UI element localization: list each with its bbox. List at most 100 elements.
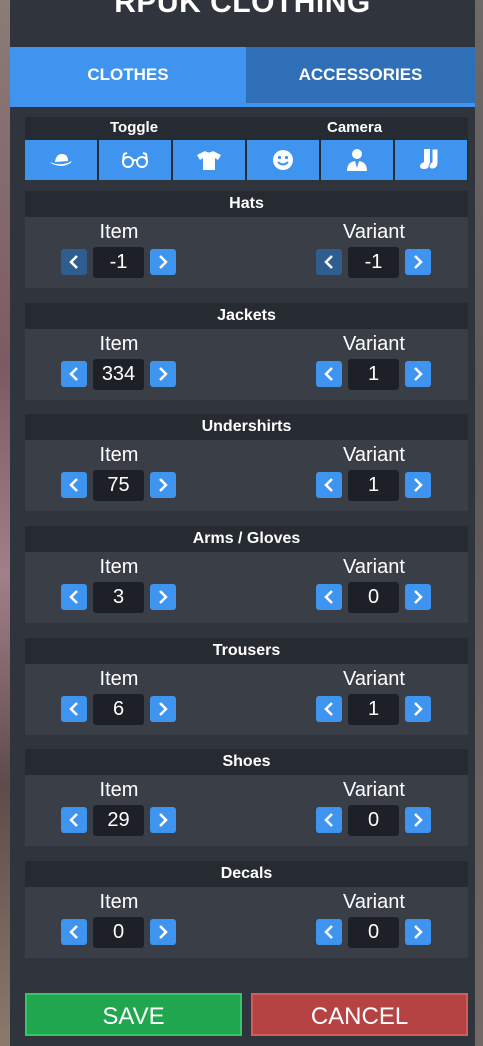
toggle-camera-bar: Toggle Camera — [25, 117, 468, 180]
item-next-button[interactable] — [150, 807, 176, 833]
glasses-icon — [122, 152, 148, 168]
variant-value: 0 — [348, 917, 399, 948]
chevron-left-icon — [69, 925, 78, 939]
section-title: Arms / Gloves — [25, 526, 468, 552]
variant-prev-button[interactable] — [316, 696, 342, 722]
item-prev-button[interactable] — [61, 696, 87, 722]
variant-prev-button[interactable] — [316, 361, 342, 387]
variant-prev-button[interactable] — [316, 249, 342, 275]
item-prev-button[interactable] — [61, 472, 87, 498]
chevron-right-icon — [414, 702, 423, 716]
item-next-button[interactable] — [150, 361, 176, 387]
section-shoes: Shoes Item Variant 29 0 — [25, 749, 468, 846]
panel-title: RPUK CLOTHING — [114, 0, 371, 19]
hat-icon — [50, 154, 72, 166]
item-next-button[interactable] — [150, 584, 176, 610]
item-next-button[interactable] — [150, 249, 176, 275]
item-next-button[interactable] — [150, 696, 176, 722]
variant-next-button[interactable] — [405, 919, 431, 945]
chevron-left-icon — [324, 255, 333, 269]
chevron-right-icon — [414, 478, 423, 492]
variant-label: Variant — [343, 556, 405, 578]
chevron-left-icon — [69, 255, 78, 269]
variant-prev-button[interactable] — [316, 919, 342, 945]
camera-feet-button[interactable] — [395, 140, 467, 180]
chevron-right-icon — [414, 925, 423, 939]
item-label: Item — [99, 779, 139, 801]
chevron-left-icon — [69, 590, 78, 604]
variant-value: 0 — [348, 582, 399, 613]
section-title: Undershirts — [25, 414, 468, 440]
variant-value: 0 — [348, 805, 399, 836]
item-next-button[interactable] — [150, 472, 176, 498]
item-label: Item — [99, 221, 139, 243]
variant-prev-button[interactable] — [316, 584, 342, 610]
item-prev-button[interactable] — [61, 361, 87, 387]
section-arms-gloves: Arms / Gloves Item Variant 3 0 — [25, 526, 468, 623]
item-label: Item — [99, 556, 139, 578]
section-jackets: Jackets Item Variant 334 1 — [25, 303, 468, 400]
section-title: Jackets — [25, 303, 468, 329]
section-hats: Hats Item Variant -1 -1 — [25, 191, 468, 288]
chevron-left-icon — [69, 813, 78, 827]
variant-prev-button[interactable] — [316, 807, 342, 833]
toggle-shirt-button[interactable] — [173, 140, 245, 180]
toggle-glasses-button[interactable] — [99, 140, 171, 180]
chevron-right-icon — [159, 702, 168, 716]
item-prev-button[interactable] — [61, 249, 87, 275]
variant-next-button[interactable] — [405, 249, 431, 275]
variant-next-button[interactable] — [405, 472, 431, 498]
chevron-right-icon — [159, 255, 168, 269]
item-value: 75 — [93, 470, 144, 501]
variant-next-button[interactable] — [405, 584, 431, 610]
tab-clothes[interactable]: CLOTHES — [10, 47, 246, 103]
chevron-right-icon — [414, 813, 423, 827]
camera-body-button[interactable] — [321, 140, 393, 180]
item-value: 29 — [93, 805, 144, 836]
clothing-panel: RPUK CLOTHING CLOTHES ACCESSORIES Toggle… — [10, 0, 475, 1046]
chevron-left-icon — [324, 925, 333, 939]
cancel-button[interactable]: CANCEL — [251, 993, 468, 1036]
item-prev-button[interactable] — [61, 807, 87, 833]
item-prev-button[interactable] — [61, 919, 87, 945]
tab-accessories[interactable]: ACCESSORIES — [246, 47, 475, 103]
variant-label: Variant — [343, 668, 405, 690]
user-suit-icon — [347, 149, 367, 171]
toggle-label: Toggle — [110, 119, 159, 136]
section-trousers: Trousers Item Variant 6 1 — [25, 638, 468, 735]
chevron-right-icon — [414, 367, 423, 381]
variant-next-button[interactable] — [405, 361, 431, 387]
variant-label: Variant — [343, 891, 405, 913]
variant-prev-button[interactable] — [316, 472, 342, 498]
variant-label: Variant — [343, 221, 405, 243]
item-label: Item — [99, 891, 139, 913]
variant-next-button[interactable] — [405, 807, 431, 833]
chevron-left-icon — [324, 702, 333, 716]
section-decals: Decals Item Variant 0 0 — [25, 861, 468, 958]
chevron-right-icon — [159, 590, 168, 604]
chevron-right-icon — [159, 478, 168, 492]
section-title: Hats — [25, 191, 468, 217]
chevron-left-icon — [324, 813, 333, 827]
toggle-hat-button[interactable] — [25, 140, 97, 180]
save-button[interactable]: SAVE — [25, 993, 242, 1036]
variant-value: 1 — [348, 694, 399, 725]
shirt-icon — [197, 151, 221, 170]
item-prev-button[interactable] — [61, 584, 87, 610]
variant-label: Variant — [343, 779, 405, 801]
section-undershirts: Undershirts Item Variant 75 1 — [25, 414, 468, 511]
item-label: Item — [99, 333, 139, 355]
item-value: 334 — [93, 359, 144, 390]
chevron-right-icon — [159, 925, 168, 939]
variant-next-button[interactable] — [405, 696, 431, 722]
variant-label: Variant — [343, 333, 405, 355]
chevron-right-icon — [159, 367, 168, 381]
chevron-left-icon — [69, 367, 78, 381]
camera-face-button[interactable] — [247, 140, 319, 180]
section-title: Trousers — [25, 638, 468, 664]
item-value: 6 — [93, 694, 144, 725]
section-title: Decals — [25, 861, 468, 887]
chevron-right-icon — [414, 590, 423, 604]
item-next-button[interactable] — [150, 919, 176, 945]
chevron-right-icon — [414, 255, 423, 269]
